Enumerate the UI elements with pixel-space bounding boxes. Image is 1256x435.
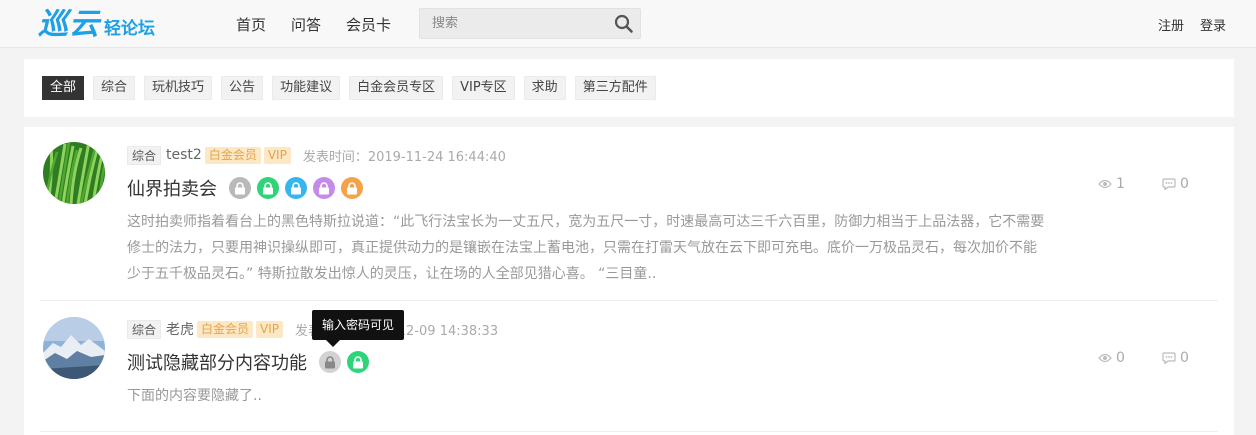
logo-sub-text: 轻论坛 <box>104 19 155 39</box>
login-link[interactable]: 登录 <box>1200 15 1226 34</box>
search-input[interactable] <box>420 9 600 38</box>
post-title-row: 仙界拍卖会 <box>127 175 363 201</box>
post-list: 综合 test2 白金会员 VIP 发表时间：2019-11-24 16:44:… <box>24 127 1234 435</box>
lock-icon[interactable] <box>347 351 369 373</box>
post-stats: 0 0 <box>1098 350 1226 366</box>
nav-home[interactable]: 首页 <box>236 14 266 35</box>
category-all[interactable]: 全部 <box>42 76 85 100</box>
category-vip[interactable]: VIP专区 <box>452 76 515 100</box>
view-count: 0 <box>1098 350 1162 366</box>
platinum-badge: 白金会员 <box>204 146 261 164</box>
vip-badge: VIP <box>256 320 284 338</box>
avatar[interactable] <box>43 142 105 204</box>
post-title[interactable]: 仙界拍卖会 <box>127 175 217 201</box>
post-category-tag[interactable]: 综合 <box>127 319 162 339</box>
top-header: 巡云 轻论坛 首页 问答 会员卡 注册 登录 <box>0 0 1256 48</box>
vip-badge: VIP <box>263 146 291 164</box>
category-announcements[interactable]: 公告 <box>221 76 264 100</box>
eye-icon <box>1098 353 1112 363</box>
search-box <box>419 8 641 39</box>
nav-qa[interactable]: 问答 <box>291 14 321 35</box>
comment-count-value: 0 <box>1180 176 1189 192</box>
lock-tooltip: 输入密码可见 <box>312 310 404 347</box>
category-suggestions[interactable]: 功能建议 <box>272 76 341 100</box>
register-link[interactable]: 注册 <box>1158 15 1184 34</box>
platinum-badge: 白金会员 <box>197 320 254 338</box>
site-logo[interactable]: 巡云 轻论坛 <box>38 6 155 42</box>
lock-icon[interactable] <box>285 177 307 199</box>
lock-icon[interactable] <box>313 177 335 199</box>
lock-icon[interactable] <box>257 177 279 199</box>
comment-count: 0 <box>1162 350 1226 366</box>
post-excerpt[interactable]: 这时拍卖师指着看台上的黑色特斯拉说道：“此飞行法宝长为一丈五尺，宽为五尺一寸，时… <box>127 209 1047 287</box>
post-time: 发表时间：2019-11-24 16:44:40 <box>302 149 506 165</box>
list-item: 综合 老虎 白金会员 VIP 发表时间：2019-12-09 14:38:33 … <box>40 302 1218 432</box>
post-stats: 1 0 <box>1098 176 1226 192</box>
post-title[interactable]: 测试隐藏部分内容功能 <box>127 349 307 375</box>
view-count: 1 <box>1098 176 1162 192</box>
main-nav: 首页 问答 会员卡 <box>236 0 416 48</box>
category-platinum[interactable]: 白金会员专区 <box>349 76 444 100</box>
comment-count-value: 0 <box>1180 350 1189 366</box>
eye-icon <box>1098 179 1112 189</box>
comment-icon <box>1162 178 1176 190</box>
category-general[interactable]: 综合 <box>93 76 136 100</box>
lock-icon[interactable] <box>229 177 251 199</box>
category-help[interactable]: 求助 <box>523 76 566 100</box>
post-author[interactable]: test2 <box>166 147 202 163</box>
post-meta: 综合 test2 白金会员 VIP 发表时间：2019-11-24 16:44:… <box>127 145 506 165</box>
lock-icon[interactable] <box>319 351 341 373</box>
auth-links: 注册 登录 <box>1142 0 1226 48</box>
comment-icon <box>1162 352 1176 364</box>
post-author[interactable]: 老虎 <box>166 319 194 339</box>
avatar[interactable] <box>43 317 105 379</box>
comment-count: 0 <box>1162 176 1226 192</box>
view-count-value: 1 <box>1116 176 1125 192</box>
search-icon[interactable] <box>614 14 634 34</box>
nav-membership-card[interactable]: 会员卡 <box>346 14 391 35</box>
post-excerpt[interactable]: 下面的内容要隐藏了.. <box>127 383 1047 409</box>
list-item: 综合 test2 白金会员 VIP 发表时间：2019-11-24 16:44:… <box>40 127 1218 301</box>
category-tips[interactable]: 玩机技巧 <box>144 76 213 100</box>
category-bar: 全部 综合 玩机技巧 公告 功能建议 白金会员专区 VIP专区 求助 第三方配件 <box>24 59 1234 117</box>
view-count-value: 0 <box>1116 350 1125 366</box>
post-category-tag[interactable]: 综合 <box>127 145 162 165</box>
logo-main-text: 巡云 <box>38 7 100 42</box>
post-title-row: 测试隐藏部分内容功能 <box>127 349 369 375</box>
lock-icon[interactable] <box>341 177 363 199</box>
category-accessories[interactable]: 第三方配件 <box>574 76 656 100</box>
